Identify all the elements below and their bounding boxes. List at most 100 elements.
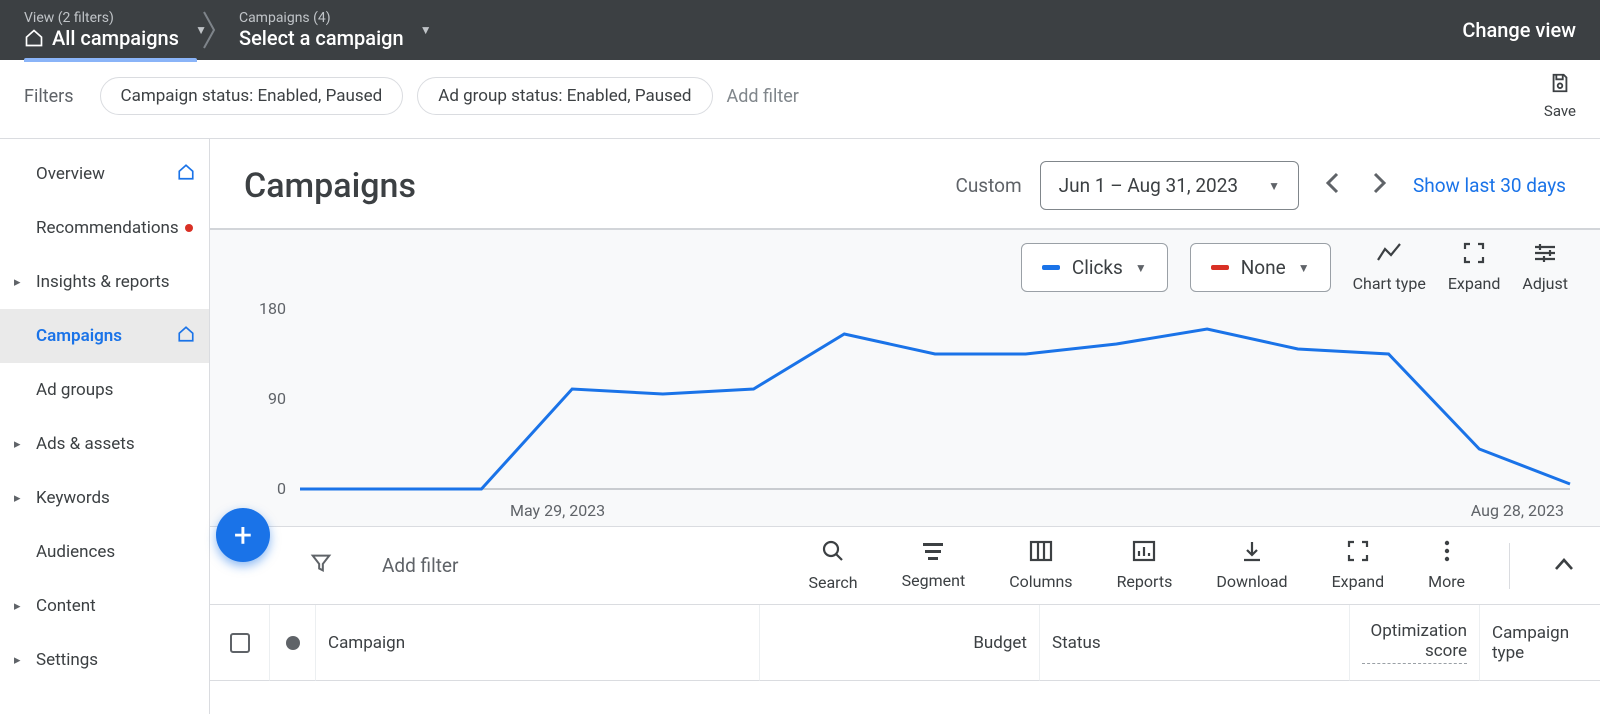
expand-icon bbox=[1332, 540, 1385, 568]
home-icon bbox=[24, 28, 44, 48]
sidebar-item-label: Overview bbox=[36, 164, 105, 184]
sidebar-item-overview[interactable]: Overview bbox=[0, 147, 209, 201]
sidebar-item-label: Insights & reports bbox=[36, 272, 170, 292]
sidebar-item-label: Keywords bbox=[36, 488, 110, 508]
sidebar-item-ads-assets[interactable]: Ads & assets bbox=[0, 417, 209, 471]
segment-button[interactable]: Segment bbox=[902, 541, 966, 590]
breadcrumb-view-sub: View (2 filters) bbox=[24, 10, 179, 27]
sidebar-item-label: Settings bbox=[36, 650, 98, 670]
sidebar-item-insights-reports[interactable]: Insights & reports bbox=[0, 255, 209, 309]
table-expand-button[interactable]: Expand bbox=[1332, 540, 1385, 591]
col-status[interactable]: Status bbox=[1040, 605, 1350, 681]
chart-controls: Clicks ▼ None ▼ Chart type bbox=[210, 230, 1600, 299]
status-dot-header bbox=[270, 605, 316, 681]
save-label: Save bbox=[1544, 102, 1576, 120]
chart-adjust-button[interactable]: Adjust bbox=[1522, 242, 1568, 293]
sidebar-item-content[interactable]: Content bbox=[0, 579, 209, 633]
page-title: Campaigns bbox=[244, 166, 416, 206]
reports-icon bbox=[1117, 540, 1173, 568]
sidebar-item-keywords[interactable]: Keywords bbox=[0, 471, 209, 525]
chart-adjust-label: Adjust bbox=[1522, 274, 1568, 293]
filter-bar: Filters Campaign status: Enabled, Paused… bbox=[0, 60, 1600, 139]
download-label: Download bbox=[1216, 572, 1287, 591]
metric-primary-label: Clicks bbox=[1072, 256, 1123, 279]
chart-expand-label: Expand bbox=[1448, 274, 1501, 293]
select-all-checkbox[interactable] bbox=[230, 633, 250, 653]
col-budget[interactable]: Budget bbox=[760, 605, 1040, 681]
date-range-picker[interactable]: Jun 1 – Aug 31, 2023 ▼ bbox=[1040, 161, 1299, 210]
sidebar-item-label: Ads & assets bbox=[36, 434, 135, 454]
sidebar-item-campaigns[interactable]: Campaigns bbox=[0, 309, 209, 363]
home-icon bbox=[177, 325, 195, 348]
select-all-cell bbox=[210, 605, 270, 681]
filters-label: Filters bbox=[24, 86, 74, 107]
table-header-row: Campaign Budget Status Optimization scor… bbox=[210, 604, 1600, 681]
reports-label: Reports bbox=[1117, 572, 1173, 591]
caret-down-icon: ▼ bbox=[1298, 261, 1310, 275]
swatch-blue-icon bbox=[1042, 265, 1060, 270]
reports-button[interactable]: Reports bbox=[1117, 540, 1173, 591]
caret-down-icon: ▼ bbox=[195, 23, 207, 37]
clicks-line-chart: 090180 bbox=[210, 299, 1600, 529]
sidebar-item-label: Content bbox=[36, 596, 96, 616]
svg-text:0: 0 bbox=[277, 479, 286, 498]
chart-type-button[interactable]: Chart type bbox=[1353, 242, 1426, 293]
columns-button[interactable]: Columns bbox=[1009, 540, 1072, 591]
segment-label: Segment bbox=[902, 571, 966, 590]
chart-type-label: Chart type bbox=[1353, 274, 1426, 293]
search-button[interactable]: Search bbox=[808, 539, 857, 592]
caret-down-icon: ▼ bbox=[1135, 261, 1147, 275]
content-area: Campaigns Custom Jun 1 – Aug 31, 2023 ▼ … bbox=[210, 139, 1600, 714]
new-campaign-fab[interactable]: + bbox=[216, 508, 270, 562]
search-label: Search bbox=[808, 573, 857, 592]
chart-section: Clicks ▼ None ▼ Chart type bbox=[210, 228, 1600, 554]
sidebar-item-ad-groups[interactable]: Ad groups bbox=[0, 363, 209, 417]
change-view-link[interactable]: Change view bbox=[1462, 18, 1576, 42]
daterange-mode: Custom bbox=[955, 174, 1021, 197]
col-campaign-type[interactable]: Campaign type bbox=[1480, 605, 1600, 681]
more-icon bbox=[1428, 540, 1465, 568]
save-button[interactable]: Save bbox=[1544, 72, 1576, 120]
filter-chip-campaign-status[interactable]: Campaign status: Enabled, Paused bbox=[100, 77, 404, 115]
download-button[interactable]: Download bbox=[1216, 540, 1287, 591]
metric-selector-primary[interactable]: Clicks ▼ bbox=[1021, 243, 1168, 292]
sidebar-item-settings[interactable]: Settings bbox=[0, 633, 209, 687]
breadcrumb-view[interactable]: View (2 filters) All campaigns ▼ bbox=[24, 0, 197, 60]
svg-text:180: 180 bbox=[259, 299, 286, 318]
date-prev-button[interactable] bbox=[1317, 172, 1347, 200]
breadcrumb-view-main: All campaigns bbox=[52, 26, 179, 50]
chart-expand-button[interactable]: Expand bbox=[1448, 242, 1501, 293]
collapse-arrow-button[interactable] bbox=[1554, 556, 1574, 575]
table-add-filter[interactable]: Add filter bbox=[382, 554, 458, 577]
sidebar-item-audiences[interactable]: Audiences bbox=[0, 525, 209, 579]
chart-x-end: Aug 28, 2023 bbox=[1471, 501, 1564, 520]
sidebar-item-label: Recommendations bbox=[36, 218, 179, 238]
sidebar-item-recommendations[interactable]: Recommendations bbox=[0, 201, 209, 255]
sidebar-item-label: Audiences bbox=[36, 542, 115, 562]
sidebar-item-label: Ad groups bbox=[36, 380, 113, 400]
caret-down-icon: ▼ bbox=[1268, 179, 1280, 193]
breadcrumb-campaigns-sub: Campaigns (4) bbox=[239, 10, 404, 27]
col-optimization-score[interactable]: Optimization score bbox=[1350, 605, 1480, 681]
page-header: Campaigns Custom Jun 1 – Aug 31, 2023 ▼ … bbox=[210, 139, 1600, 228]
more-label: More bbox=[1428, 572, 1465, 591]
col-campaign[interactable]: Campaign bbox=[316, 605, 760, 681]
add-filter-link[interactable]: Add filter bbox=[727, 86, 799, 107]
sidebar: Overview Recommendations Insights & report… bbox=[0, 139, 210, 714]
more-button[interactable]: More bbox=[1428, 540, 1465, 591]
filter-icon[interactable] bbox=[310, 552, 332, 580]
save-icon bbox=[1549, 75, 1571, 100]
table-toolbar: Add filter Search Segment bbox=[210, 526, 1600, 604]
filter-chip-adgroup-status[interactable]: Ad group status: Enabled, Paused bbox=[417, 77, 712, 115]
columns-label: Columns bbox=[1009, 572, 1072, 591]
divider bbox=[1509, 543, 1510, 589]
caret-down-icon: ▼ bbox=[420, 23, 432, 37]
metric-selector-secondary[interactable]: None ▼ bbox=[1190, 243, 1331, 292]
chart-type-icon bbox=[1353, 242, 1426, 270]
chart-x-axis-labels: May 29, 2023 Aug 28, 2023 bbox=[210, 501, 1600, 526]
breadcrumb-campaigns[interactable]: Campaigns (4) Select a campaign ▼ bbox=[221, 0, 422, 60]
plus-icon: + bbox=[234, 516, 252, 554]
show-last-30-days-link[interactable]: Show last 30 days bbox=[1413, 174, 1566, 197]
columns-icon bbox=[1009, 540, 1072, 568]
date-next-button[interactable] bbox=[1365, 172, 1395, 200]
